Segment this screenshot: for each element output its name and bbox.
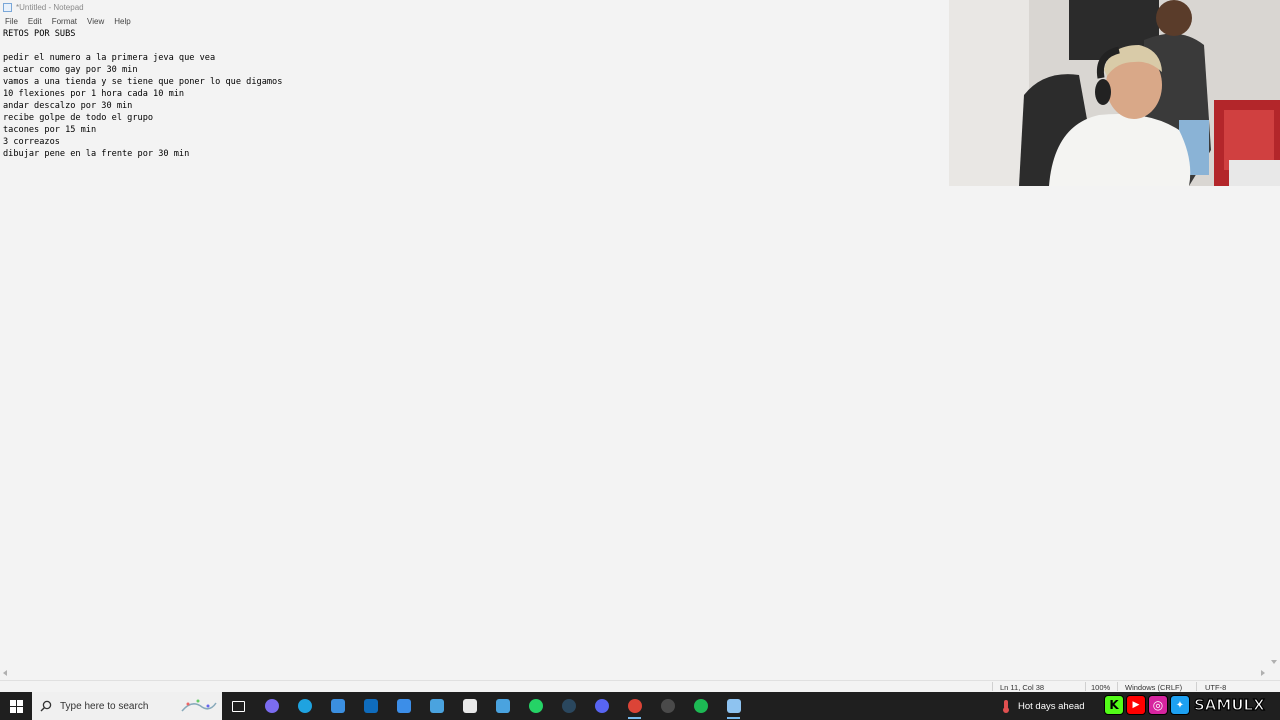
app-window-2-icon <box>495 699 510 713</box>
outlook-icon <box>363 699 378 713</box>
taskbar-app-app-blue[interactable] <box>321 692 354 720</box>
status-bar: Ln 11, Col 38 100% Windows (CRLF) UTF-8 <box>0 680 1280 692</box>
zoom-level: 100% <box>1091 683 1111 692</box>
taskbar-app-steam[interactable] <box>552 692 585 720</box>
edge-icon <box>297 699 312 713</box>
youtube-icon: ▶ <box>1126 695 1146 715</box>
search-highlight-icon <box>181 699 217 712</box>
app-file-icon <box>462 699 477 713</box>
search-icon <box>40 700 52 712</box>
menu-file[interactable]: File <box>5 17 18 26</box>
taskbar-app-outlook[interactable] <box>354 692 387 720</box>
notepad-icon <box>726 699 741 713</box>
taskbar-app-spotify[interactable] <box>684 692 717 720</box>
copilot-icon <box>264 699 279 713</box>
horizontal-scrollbar[interactable] <box>0 668 1268 678</box>
menu-format[interactable]: Format <box>52 17 77 26</box>
windows-icon <box>9 699 23 713</box>
task-view-icon <box>232 700 245 712</box>
app-blue-icon <box>330 699 345 713</box>
weather-text: Hot days ahead <box>1018 700 1085 712</box>
scroll-left-icon[interactable] <box>3 670 7 676</box>
thermometer-icon <box>1003 700 1009 713</box>
whatsapp-icon <box>528 699 543 713</box>
app-window-icon <box>429 699 444 713</box>
weather-widget[interactable]: Hot days ahead <box>1000 692 1085 720</box>
line-ending: Windows (CRLF) <box>1125 683 1183 692</box>
search-placeholder: Type here to search <box>60 700 149 712</box>
webcam-image <box>949 0 1280 186</box>
twitter-icon: ✦ <box>1170 695 1190 715</box>
taskbar-search[interactable]: Type here to search <box>32 692 222 720</box>
store-icon <box>396 699 411 713</box>
encoding: UTF-8 <box>1205 683 1227 692</box>
steam-icon <box>561 699 576 713</box>
taskbar-app-store[interactable] <box>387 692 420 720</box>
menu-edit[interactable]: Edit <box>28 17 42 26</box>
instagram-icon: ◎ <box>1148 695 1168 715</box>
taskbar-app-chrome[interactable] <box>618 692 651 720</box>
cursor-position: Ln 11, Col 38 <box>1000 683 1045 692</box>
taskbar-app-notepad[interactable] <box>717 692 750 720</box>
streamer-brand: SAMULX <box>1193 695 1265 714</box>
taskbar-app-app-window[interactable] <box>420 692 453 720</box>
kick-icon: K <box>1104 695 1124 715</box>
taskbar-app-app-window-2[interactable] <box>486 692 519 720</box>
webcam-overlay <box>949 0 1280 186</box>
spotify-icon <box>693 699 708 713</box>
taskbar-apps <box>222 692 750 720</box>
stream-social-overlay: K ▶ ◎ ✦ SAMULX <box>1104 694 1265 716</box>
scroll-down-icon[interactable] <box>1271 660 1277 664</box>
taskbar-app-edge[interactable] <box>288 692 321 720</box>
scroll-right-icon[interactable] <box>1261 670 1265 676</box>
menu-view[interactable]: View <box>87 17 104 26</box>
menu-help[interactable]: Help <box>114 17 130 26</box>
start-button[interactable] <box>0 692 32 720</box>
taskbar-app-task-view[interactable] <box>222 692 255 720</box>
notepad-icon <box>3 3 12 12</box>
taskbar-app-app-file[interactable] <box>453 692 486 720</box>
taskbar-app-app-chat[interactable] <box>585 692 618 720</box>
obs-icon <box>660 699 675 713</box>
taskbar: Type here to search Hot days ahead <box>0 692 1280 720</box>
taskbar-app-copilot[interactable] <box>255 692 288 720</box>
taskbar-app-whatsapp[interactable] <box>519 692 552 720</box>
app-chat-icon <box>594 699 609 713</box>
chrome-icon <box>627 699 642 713</box>
taskbar-app-obs[interactable] <box>651 692 684 720</box>
window-title: *Untitled - Notepad <box>16 3 84 12</box>
